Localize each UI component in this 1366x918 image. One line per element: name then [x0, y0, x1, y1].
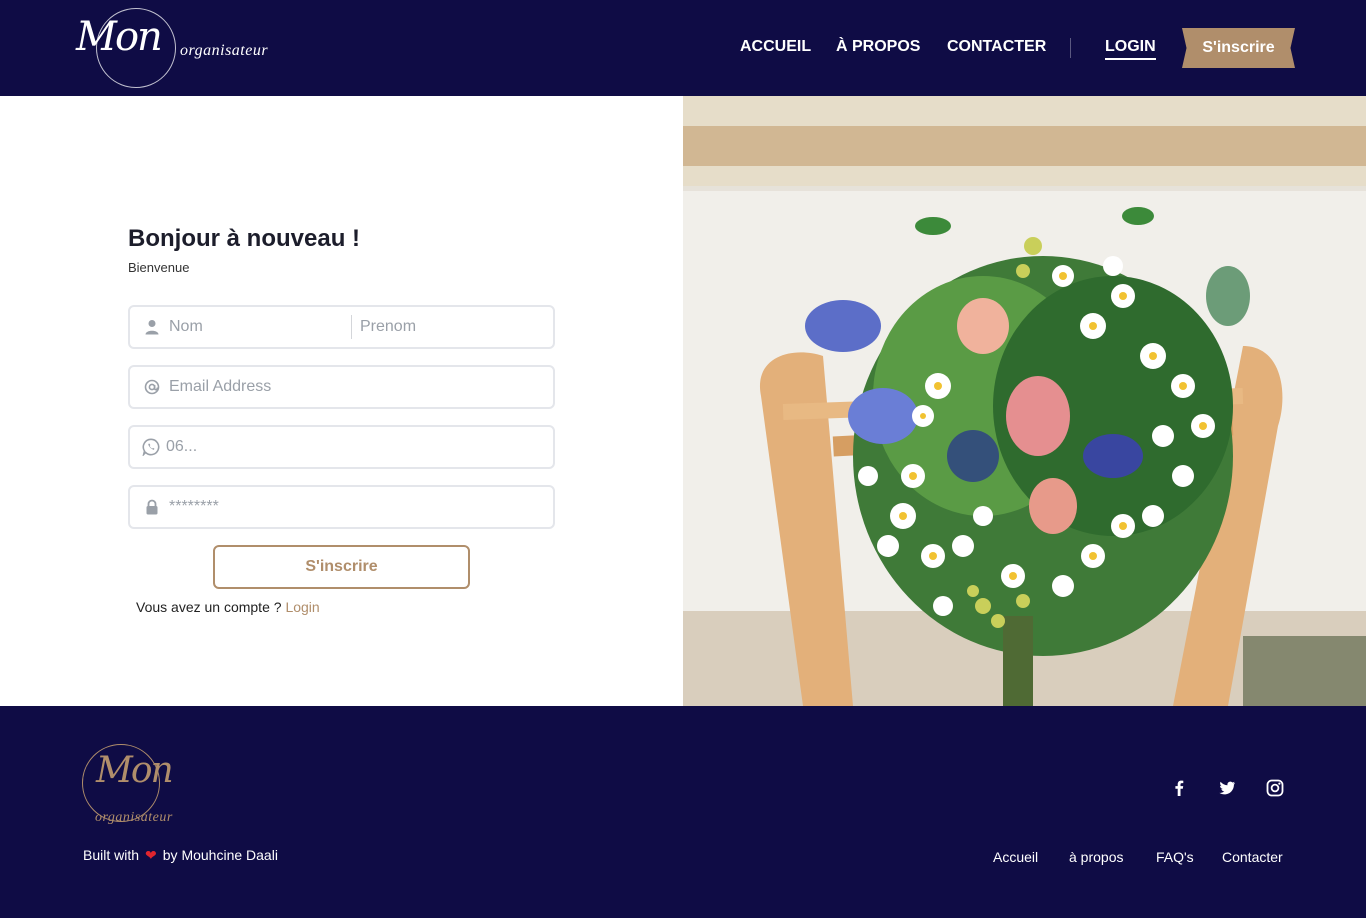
has-account-line: Vous avez un compte ? Login	[136, 599, 320, 615]
user-icon	[145, 320, 159, 335]
built-with-text: Built with	[83, 847, 140, 863]
has-account-text: Vous avez un compte ?	[136, 599, 282, 615]
email-input[interactable]	[169, 375, 544, 399]
form-title: Bonjour à nouveau !	[128, 225, 361, 252]
logo-script: Mon	[76, 14, 163, 60]
footer-link-faqs[interactable]: FAQ's	[1156, 849, 1194, 865]
signup-nav-button[interactable]: S'inscrire	[1182, 28, 1295, 68]
form-subtitle: Bienvenue	[128, 260, 190, 275]
footer-link-a-propos[interactable]: à propos	[1069, 849, 1123, 865]
footer-logo-script: Mon	[96, 750, 174, 791]
email-field-group	[128, 365, 555, 409]
footer-logo[interactable]: Mon organisateur	[82, 742, 192, 832]
footer-logo-word: organisateur	[95, 810, 173, 825]
footer-link-contacter[interactable]: Contacter	[1222, 849, 1283, 865]
brand-logo[interactable]: Mon organisateur	[74, 6, 284, 92]
footer-link-accueil[interactable]: Accueil	[993, 849, 1038, 865]
nom-input[interactable]	[169, 315, 344, 339]
password-input[interactable]	[169, 495, 544, 519]
site-header: Mon organisateur ACCUEIL À PROPOS CONTAC…	[0, 0, 1366, 96]
facebook-icon[interactable]	[1169, 778, 1189, 798]
nav-contacter[interactable]: CONTACTER	[947, 38, 1046, 56]
name-divider	[351, 315, 352, 339]
heart-icon: ❤	[145, 847, 157, 863]
nav-login[interactable]: LOGIN	[1105, 38, 1156, 60]
login-link[interactable]: Login	[285, 599, 319, 615]
nav-a-propos[interactable]: À PROPOS	[836, 38, 920, 56]
built-with-credit: Built with ❤ by Mouhcine Daali	[83, 847, 278, 864]
bouquet-photo	[683, 96, 1366, 706]
site-footer: Mon organisateur Built with ❤ by Mouhcine …	[0, 706, 1366, 918]
at-icon	[144, 379, 160, 395]
phone-field-group	[128, 425, 555, 469]
phone-input[interactable]	[166, 435, 541, 459]
nav-divider	[1070, 38, 1071, 58]
logo-word: organisateur	[180, 42, 269, 59]
lock-icon	[146, 499, 158, 515]
built-by-text: by Mouhcine Daali	[162, 847, 278, 863]
prenom-input[interactable]	[360, 315, 545, 339]
instagram-icon[interactable]	[1265, 778, 1285, 798]
bouquet-illustration	[683, 96, 1366, 706]
nav-accueil[interactable]: ACCUEIL	[740, 38, 811, 56]
name-field-group	[128, 305, 555, 349]
whatsapp-icon	[142, 438, 160, 456]
signup-submit-button[interactable]: S'inscrire	[213, 545, 470, 589]
password-field-group	[128, 485, 555, 529]
twitter-icon[interactable]	[1217, 778, 1237, 798]
